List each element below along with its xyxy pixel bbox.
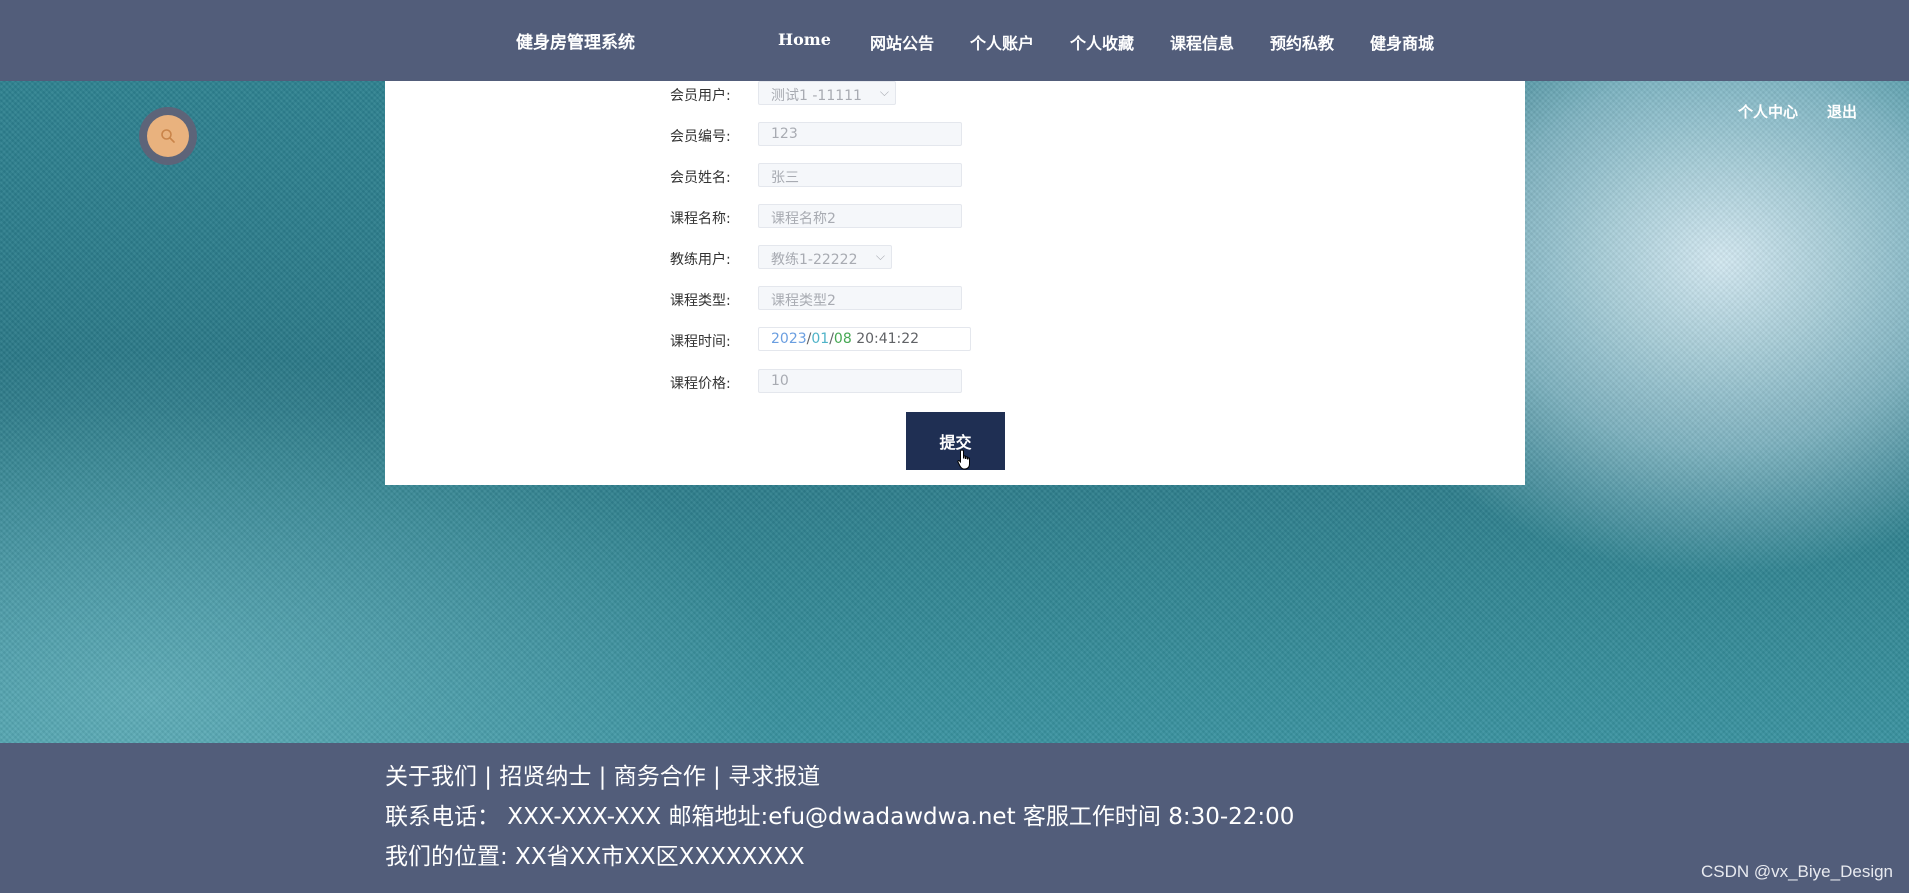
footer-contact: 联系电话： XXX-XXX-XXX 邮箱地址:efu@dwadawdwa.net… (385, 804, 1295, 830)
top-navigation-bar: 健身房管理系统 Home 网站公告 个人账户 个人收藏 课程信息 预约私教 健身… (0, 0, 1909, 81)
coach-user-select[interactable]: 教练1-22222 ⌵ (758, 245, 892, 269)
logout-link[interactable]: 退出 (1827, 101, 1857, 122)
form-row-course-price: 课程价格: 10 (385, 369, 985, 395)
course-name-label: 课程名称: (670, 211, 731, 227)
course-time-clock: 20:41:22 (856, 331, 920, 347)
course-name-input[interactable]: 课程名称2 (758, 204, 962, 228)
coach-user-label: 教练用户: (670, 252, 731, 268)
course-time-day: 08 (833, 331, 852, 347)
nav-courses[interactable]: 课程信息 (1170, 30, 1234, 54)
course-time-year: 2023 (771, 331, 807, 347)
chevron-down-icon: ⌵ (879, 85, 889, 99)
member-id-input[interactable]: 123 (758, 122, 962, 146)
personal-center-link[interactable]: 个人中心 (1738, 101, 1798, 122)
footer-links[interactable]: 关于我们 | 招贤纳士 | 商务合作 | 寻求报道 (385, 757, 820, 791)
nav-favorites[interactable]: 个人收藏 (1070, 30, 1134, 54)
form-row-member-user: 会员用户: 测试1 -11111 ⌵ (385, 81, 985, 107)
nav-account[interactable]: 个人账户 (970, 30, 1034, 54)
course-type-input[interactable]: 课程类型2 (758, 286, 962, 310)
course-price-value: 10 (771, 373, 789, 389)
member-id-value: 123 (771, 126, 798, 142)
course-type-value: 课程类型2 (771, 293, 836, 309)
site-brand: 健身房管理系统 (516, 33, 635, 53)
nav-home[interactable]: Home (778, 30, 831, 49)
member-id-label: 会员编号: (670, 129, 731, 145)
nav-private-coach[interactable]: 预约私教 (1270, 30, 1334, 54)
form-row-course-name: 课程名称: 课程名称2 (385, 204, 985, 230)
form-row-coach-user: 教练用户: 教练1-22222 ⌵ (385, 245, 985, 271)
member-name-input[interactable]: 张三 (758, 163, 962, 187)
course-type-label: 课程类型: (670, 293, 731, 309)
hand-cursor-icon (957, 449, 970, 470)
search-button-inner (147, 115, 189, 157)
footer: 关于我们 | 招贤纳士 | 商务合作 | 寻求报道 联系电话： XXX-XXX-… (0, 743, 1909, 893)
nav-announcements[interactable]: 网站公告 (870, 30, 934, 54)
form-row-member-id: 会员编号: 123 (385, 122, 985, 148)
search-button[interactable] (139, 107, 197, 165)
member-name-label: 会员姓名: (670, 170, 731, 186)
nav-shop[interactable]: 健身商城 (1370, 30, 1434, 54)
course-price-input[interactable]: 10 (758, 369, 962, 393)
member-user-select[interactable]: 测试1 -11111 ⌵ (758, 81, 896, 105)
course-time-datetime-input[interactable]: 2023/01/08 20:41:22 (758, 327, 971, 351)
booking-form-panel: 会员用户: 测试1 -11111 ⌵ 会员编号: 123 会员姓名: 张三 课程… (385, 81, 1525, 485)
course-time-month: 01 (811, 331, 830, 347)
member-user-value: 测试1 -11111 (771, 88, 862, 104)
coach-user-value: 教练1-22222 (771, 252, 858, 268)
submit-button[interactable]: 提交 (906, 412, 1005, 470)
course-name-value: 课程名称2 (771, 211, 836, 227)
watermark: CSDN @vx_Biye_Design (1700, 862, 1893, 881)
member-name-value: 张三 (771, 170, 799, 186)
form-row-course-type: 课程类型: 课程类型2 (385, 286, 985, 312)
form-row-course-time: 课程时间: 2023/01/08 20:41:22 (385, 327, 985, 353)
chevron-down-icon: ⌵ (875, 249, 885, 263)
member-user-label: 会员用户: (670, 88, 731, 104)
course-price-label: 课程价格: (670, 376, 731, 392)
search-icon (161, 129, 175, 143)
footer-address: 我们的位置: XX省XX市XX区XXXXXXXX (385, 844, 805, 870)
form-row-member-name: 会员姓名: 张三 (385, 163, 985, 189)
course-time-label: 课程时间: (670, 334, 731, 350)
